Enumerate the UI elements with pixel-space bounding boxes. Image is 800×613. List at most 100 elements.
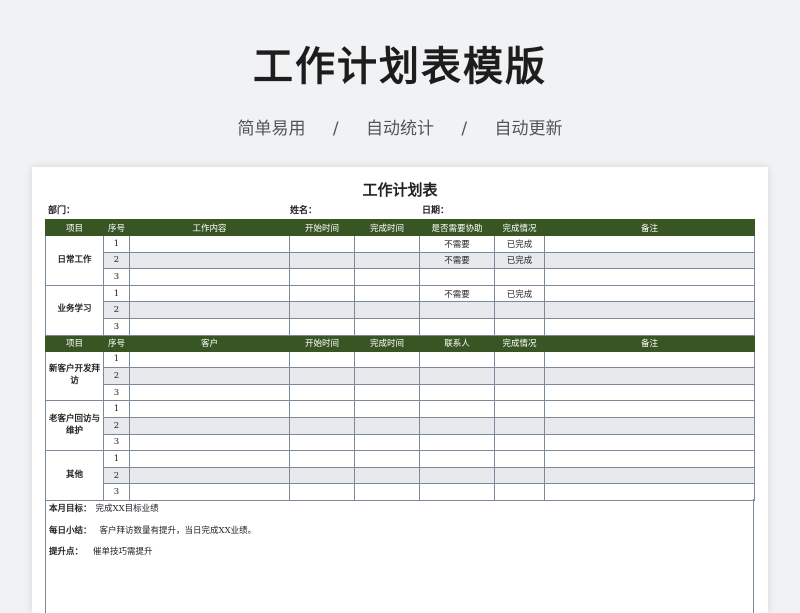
end-time-cell[interactable] bbox=[354, 416, 420, 435]
remark-cell[interactable] bbox=[544, 317, 755, 336]
start-time-cell[interactable] bbox=[289, 383, 355, 402]
row-number[interactable]: 1 bbox=[103, 284, 130, 303]
end-time-cell[interactable] bbox=[354, 466, 420, 485]
start-time-cell[interactable] bbox=[289, 235, 355, 253]
start-time-cell[interactable] bbox=[289, 466, 355, 485]
content-cell[interactable] bbox=[129, 235, 290, 253]
end-time-cell[interactable] bbox=[354, 268, 420, 286]
row-number[interactable]: 1 bbox=[103, 235, 130, 253]
row-number[interactable]: 2 bbox=[103, 301, 130, 319]
start-time-cell[interactable] bbox=[289, 416, 355, 435]
end-time-cell[interactable] bbox=[354, 251, 420, 270]
content-cell[interactable] bbox=[129, 466, 290, 485]
row-number[interactable]: 3 bbox=[103, 483, 130, 501]
contact-cell[interactable] bbox=[419, 416, 495, 435]
assist-cell[interactable]: 不需要 bbox=[419, 235, 495, 253]
status-cell[interactable] bbox=[494, 383, 545, 402]
row-number[interactable]: 1 bbox=[103, 350, 130, 369]
start-time-cell[interactable] bbox=[289, 450, 355, 468]
status-cell[interactable]: 已完成 bbox=[494, 235, 545, 253]
status-cell[interactable]: 已完成 bbox=[494, 284, 545, 303]
end-time-cell[interactable] bbox=[354, 235, 420, 253]
contact-cell[interactable] bbox=[419, 483, 495, 501]
remark-cell[interactable] bbox=[544, 383, 755, 402]
content-cell[interactable] bbox=[129, 383, 290, 402]
remark-cell[interactable] bbox=[544, 350, 755, 369]
status-cell[interactable]: 已完成 bbox=[494, 251, 545, 270]
assist-cell[interactable] bbox=[419, 317, 495, 336]
content-cell[interactable] bbox=[129, 268, 290, 286]
assist-cell[interactable]: 不需要 bbox=[419, 284, 495, 303]
end-time-cell[interactable] bbox=[354, 317, 420, 336]
row-number[interactable]: 1 bbox=[103, 400, 130, 418]
content-cell[interactable] bbox=[129, 350, 290, 369]
content-cell[interactable] bbox=[129, 483, 290, 501]
end-time-cell[interactable] bbox=[354, 383, 420, 402]
start-time-cell[interactable] bbox=[289, 483, 355, 501]
row-number[interactable]: 1 bbox=[103, 450, 130, 468]
end-time-cell[interactable] bbox=[354, 350, 420, 369]
start-time-cell[interactable] bbox=[289, 317, 355, 336]
content-cell[interactable] bbox=[129, 301, 290, 319]
content-cell[interactable] bbox=[129, 400, 290, 418]
remark-cell[interactable] bbox=[544, 466, 755, 485]
remark-cell[interactable] bbox=[544, 301, 755, 319]
status-cell[interactable] bbox=[494, 433, 545, 452]
remark-cell[interactable] bbox=[544, 416, 755, 435]
status-cell[interactable] bbox=[494, 400, 545, 418]
start-time-cell[interactable] bbox=[289, 251, 355, 270]
start-time-cell[interactable] bbox=[289, 350, 355, 369]
content-cell[interactable] bbox=[129, 317, 290, 336]
end-time-cell[interactable] bbox=[354, 433, 420, 452]
row-number[interactable]: 2 bbox=[103, 367, 130, 385]
status-cell[interactable] bbox=[494, 317, 545, 336]
end-time-cell[interactable] bbox=[354, 367, 420, 385]
contact-cell[interactable] bbox=[419, 367, 495, 385]
contact-cell[interactable] bbox=[419, 400, 495, 418]
assist-cell[interactable]: 不需要 bbox=[419, 251, 495, 270]
remark-cell[interactable] bbox=[544, 433, 755, 452]
end-time-cell[interactable] bbox=[354, 450, 420, 468]
end-time-cell[interactable] bbox=[354, 301, 420, 319]
remark-cell[interactable] bbox=[544, 400, 755, 418]
status-cell[interactable] bbox=[494, 301, 545, 319]
content-cell[interactable] bbox=[129, 416, 290, 435]
content-cell[interactable] bbox=[129, 251, 290, 270]
row-number[interactable]: 2 bbox=[103, 251, 130, 270]
remark-cell[interactable] bbox=[544, 268, 755, 286]
content-cell[interactable] bbox=[129, 433, 290, 452]
remark-cell[interactable] bbox=[544, 450, 755, 468]
row-number[interactable]: 3 bbox=[103, 317, 130, 336]
end-time-cell[interactable] bbox=[354, 284, 420, 303]
start-time-cell[interactable] bbox=[289, 301, 355, 319]
row-number[interactable]: 2 bbox=[103, 466, 130, 485]
end-time-cell[interactable] bbox=[354, 400, 420, 418]
contact-cell[interactable] bbox=[419, 350, 495, 369]
status-cell[interactable] bbox=[494, 416, 545, 435]
start-time-cell[interactable] bbox=[289, 284, 355, 303]
row-number[interactable]: 2 bbox=[103, 416, 130, 435]
assist-cell[interactable] bbox=[419, 301, 495, 319]
contact-cell[interactable] bbox=[419, 383, 495, 402]
end-time-cell[interactable] bbox=[354, 483, 420, 501]
start-time-cell[interactable] bbox=[289, 268, 355, 286]
start-time-cell[interactable] bbox=[289, 367, 355, 385]
status-cell[interactable] bbox=[494, 466, 545, 485]
status-cell[interactable] bbox=[494, 268, 545, 286]
content-cell[interactable] bbox=[129, 450, 290, 468]
row-number[interactable]: 3 bbox=[103, 268, 130, 286]
remark-cell[interactable] bbox=[544, 367, 755, 385]
remark-cell[interactable] bbox=[544, 235, 755, 253]
content-cell[interactable] bbox=[129, 284, 290, 303]
status-cell[interactable] bbox=[494, 483, 545, 501]
status-cell[interactable] bbox=[494, 350, 545, 369]
contact-cell[interactable] bbox=[419, 450, 495, 468]
assist-cell[interactable] bbox=[419, 268, 495, 286]
status-cell[interactable] bbox=[494, 367, 545, 385]
start-time-cell[interactable] bbox=[289, 400, 355, 418]
remark-cell[interactable] bbox=[544, 251, 755, 270]
content-cell[interactable] bbox=[129, 367, 290, 385]
remark-cell[interactable] bbox=[544, 284, 755, 303]
status-cell[interactable] bbox=[494, 450, 545, 468]
contact-cell[interactable] bbox=[419, 433, 495, 452]
